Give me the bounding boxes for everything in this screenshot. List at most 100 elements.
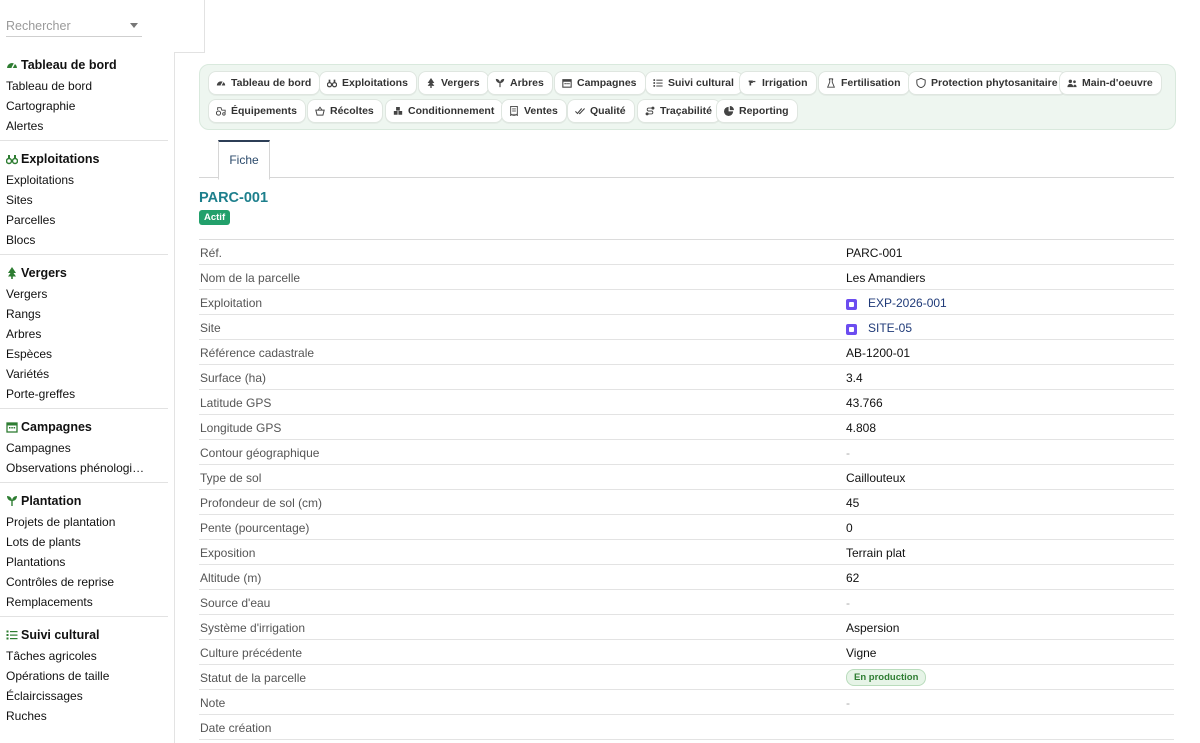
module-vergers-button[interactable]: Vergers <box>418 71 489 95</box>
sidebar-item[interactable]: Plantations <box>0 552 146 572</box>
field-label: Profondeur de sol (cm) <box>200 496 323 510</box>
sidebar-item[interactable]: Porte-greffes <box>0 384 146 404</box>
module-conditionnement-button[interactable]: Conditionnement <box>385 99 504 123</box>
module-label: Protection phytosanitaire <box>931 77 1058 89</box>
search-select[interactable]: Rechercher <box>6 14 142 37</box>
sidebar-item[interactable]: Variétés <box>0 364 146 384</box>
faucet-icon <box>747 78 762 88</box>
sidebar-item[interactable]: Campagnes <box>0 438 146 458</box>
module-label: Fertilisation <box>841 77 901 89</box>
sidebar-item[interactable]: Arbres <box>0 324 146 344</box>
module-ventes-button[interactable]: Ventes <box>501 99 567 123</box>
module-exploitations-button[interactable]: Exploitations <box>319 71 417 95</box>
sidebar-item[interactable]: Projets de plantation <box>0 512 146 532</box>
sidebar-group-2: Exploitations Exploitations Sites Parcelles… <box>0 150 174 250</box>
sidebar-divider <box>0 254 168 255</box>
module-tracabilite-button[interactable]: Traçabilité <box>637 99 721 123</box>
sidebar-item[interactable]: Éclaircissages <box>0 686 146 706</box>
sidebar-item[interactable]: Opérations de taille <box>0 666 146 686</box>
field-value: Caillouteux <box>846 471 906 485</box>
users-icon <box>1067 78 1082 88</box>
module-irrigation-button[interactable]: Irrigation <box>739 71 817 95</box>
module-suivi-cultural-button[interactable]: Suivi cultural <box>645 71 743 95</box>
sidebar-item[interactable]: Ruches <box>0 706 146 726</box>
module-label: Tableau de bord <box>231 77 312 89</box>
sidebar-item[interactable]: Vergers <box>0 284 146 304</box>
field-value: En production <box>846 669 927 688</box>
sidebar-group-label: Plantation <box>21 494 82 508</box>
sidebar-group-title[interactable]: Exploitations <box>0 150 174 168</box>
module-arbres-button[interactable]: Arbres <box>487 71 553 95</box>
sidebar-item[interactable]: Remplacements <box>0 592 146 612</box>
module-tableau-de-bord-button[interactable]: Tableau de bord <box>208 71 321 95</box>
sidebar-item[interactable]: Observations phénologiques <box>0 458 146 478</box>
sidebar-item[interactable]: Parcelles <box>0 210 146 230</box>
sidebar-item[interactable]: Sites <box>0 190 146 210</box>
sidebar-group-title[interactable]: Vergers <box>0 264 174 282</box>
sidebar-item[interactable]: Rangs <box>0 304 146 324</box>
module-protection-phytosanitaire-button[interactable]: Protection phytosanitaire <box>908 71 1067 95</box>
tree-icon <box>6 267 21 279</box>
field-value: - <box>846 696 850 710</box>
sidebar-item[interactable]: Tâches agricoles <box>0 646 146 666</box>
module-label: Irrigation <box>762 77 808 89</box>
tree-icon <box>426 78 441 88</box>
field-value: Terrain plat <box>846 546 906 560</box>
field-label: Type de sol <box>200 471 262 485</box>
sidebar-group-label: Vergers <box>21 266 67 280</box>
module-recoltes-button[interactable]: Récoltes <box>307 99 383 123</box>
field-label: Système d'irrigation <box>200 621 305 635</box>
route-icon <box>645 106 660 116</box>
field-value: Les Amandiers <box>846 271 926 285</box>
field-label: Latitude GPS <box>200 396 272 410</box>
field-value[interactable]: SITE-05 <box>846 321 912 335</box>
field-label: Surface (ha) <box>200 371 267 385</box>
sidebar-group-1: Tableau de bord Tableau de bord Cartograph… <box>0 56 174 136</box>
sidebar-item[interactable]: Alertes <box>0 116 146 136</box>
record-link[interactable]: SITE-05 <box>868 321 912 335</box>
module-reporting-button[interactable]: Reporting <box>716 99 798 123</box>
sidebar-item[interactable]: Cartographie <box>0 96 146 116</box>
sidebar-item[interactable]: Espèces <box>0 344 146 364</box>
sidebar-item[interactable]: Exploitations <box>0 170 146 190</box>
record-link-icon <box>846 323 857 335</box>
field-table: Réf. PARC-001 Nom de la parcelle Les Amandi… <box>199 239 1174 740</box>
sidebar-item[interactable]: Blocs <box>0 230 146 250</box>
field-label: Exploitation <box>200 296 263 310</box>
chevron-down-icon[interactable] <box>130 23 138 28</box>
module-label: Récoltes <box>330 105 374 117</box>
sidebar-item[interactable]: Lots de plants <box>0 532 146 552</box>
tab-fiche[interactable]: Fiche <box>218 140 270 180</box>
sidebar-group-5: Plantation Projets de plantation Lots de p… <box>0 492 174 612</box>
field-label: Pente (pourcentage) <box>200 521 310 535</box>
sidebar-group-title[interactable]: Tableau de bord <box>0 56 174 74</box>
field-value[interactable]: EXP-2026-001 <box>846 296 947 310</box>
record-link-icon <box>846 298 857 310</box>
sidebar-group-title[interactable]: Plantation <box>0 492 174 510</box>
field-label: Altitude (m) <box>200 571 262 585</box>
receipt-icon <box>509 106 524 116</box>
field-row: Nom de la parcelle Les Amandiers <box>199 265 1174 290</box>
field-value: 45 <box>846 496 860 510</box>
field-row: Altitude (m) 62 <box>199 565 1174 590</box>
sidebar-group-title[interactable]: Campagnes <box>0 418 174 436</box>
field-value: 3.4 <box>846 371 863 385</box>
module-main-d-oeuvre-button[interactable]: Main-d'oeuvre <box>1059 71 1162 95</box>
binoculars-icon <box>327 78 342 88</box>
module-label: Suivi cultural <box>668 77 734 89</box>
record-link[interactable]: EXP-2026-001 <box>868 296 947 310</box>
field-value: 4.808 <box>846 421 877 435</box>
field-row: Réf. PARC-001 <box>199 240 1174 265</box>
module-fertilisation-button[interactable]: Fertilisation <box>818 71 910 95</box>
module-equipements-button[interactable]: Équipements <box>208 99 306 123</box>
sidebar-group-title[interactable]: Suivi cultural <box>0 626 174 644</box>
page-title: PARC-001 <box>199 190 269 206</box>
field-label: Statut de la parcelle <box>200 671 307 685</box>
check-double-icon <box>575 106 590 116</box>
sidebar-item[interactable]: Contrôles de reprise <box>0 572 146 592</box>
module-label: Reporting <box>739 105 789 117</box>
module-campagnes-button[interactable]: Campagnes <box>554 71 646 95</box>
field-row: Référence cadastrale AB-1200-01 <box>199 340 1174 365</box>
module-qualite-button[interactable]: Qualité <box>567 99 635 123</box>
sidebar-item[interactable]: Tableau de bord <box>0 76 146 96</box>
